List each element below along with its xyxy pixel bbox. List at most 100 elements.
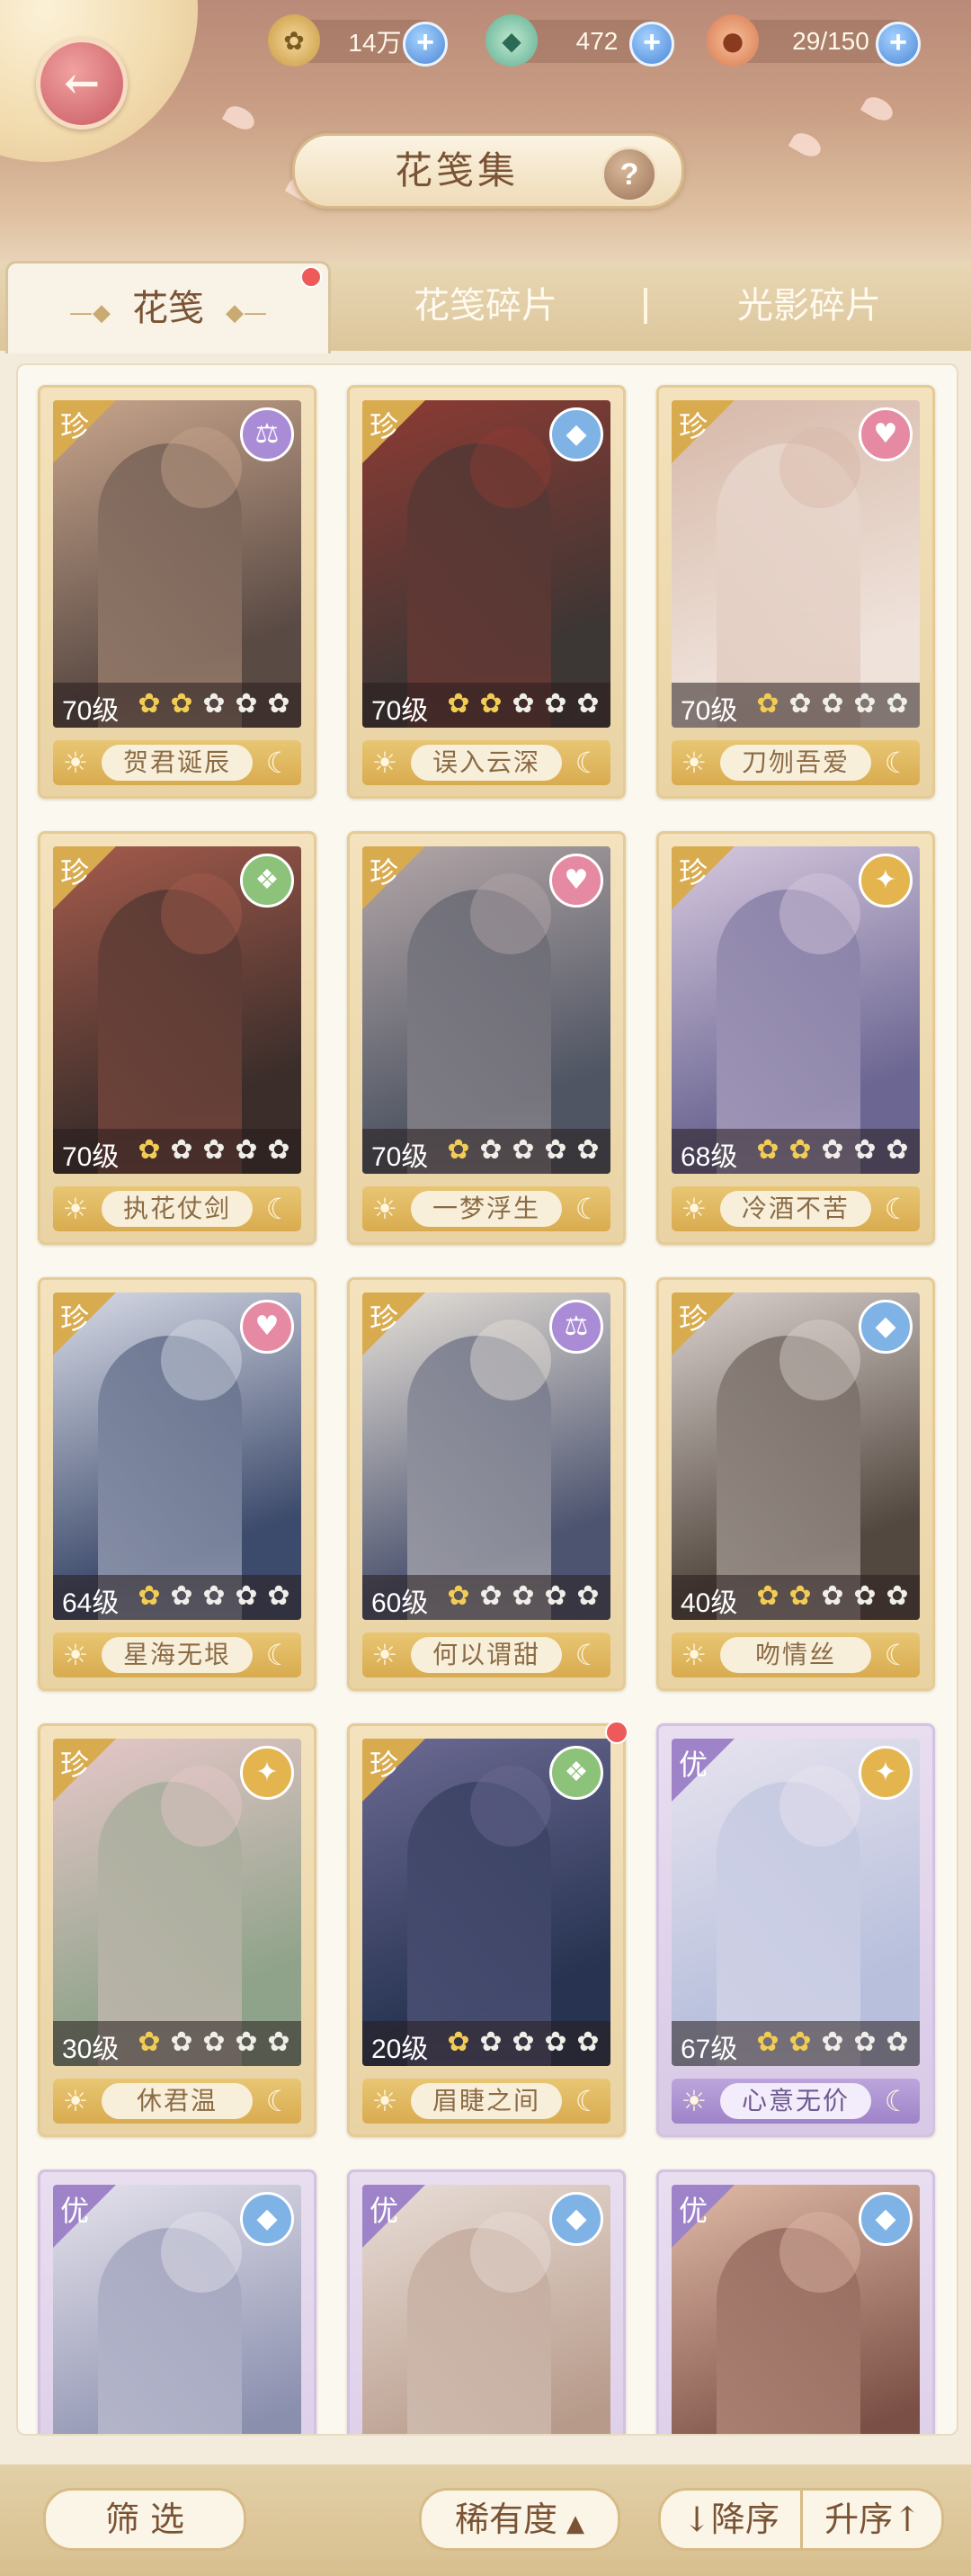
card-item[interactable]: 珍 ⚖ 60级 ✿ ✿ ✿ ✿ ✿ ☀ 何以谓甜 ☾ (347, 1277, 626, 1691)
card-artwork: 珍 ❖ 20级 ✿ ✿ ✿ ✿ ✿ (362, 1739, 610, 2066)
add-coin-button[interactable]: + (403, 22, 448, 67)
sun-icon: ☀ (681, 746, 708, 780)
petal-decoration (860, 92, 897, 126)
card-level: 30级 (62, 2035, 120, 2064)
resource-coin: ✿ 14万 + (268, 14, 448, 67)
card-level: 64级 (62, 1588, 120, 1618)
question-icon: ? (619, 157, 639, 192)
help-button[interactable]: ? (601, 147, 657, 202)
level-strip: 70级 ✿ ✿ ✿ ✿ ✿ (362, 1129, 610, 1174)
rarity-label: 珍 (679, 1301, 708, 1336)
star-icon: ✿ (853, 2026, 877, 2058)
star-icon: ✿ (447, 688, 470, 720)
petal-decoration (221, 101, 259, 135)
card-item[interactable]: 珍 ❖ 70级 ✿ ✿ ✿ ✿ ✿ ☀ 执花仗剑 ☾ (38, 831, 316, 1245)
card-item[interactable]: 珍 ◆ 40级 ✿ ✿ ✿ ✿ ✿ ☀ 吻情丝 ☾ (656, 1277, 935, 1691)
tab-huajian-fragments[interactable]: 花笺碎片 (342, 261, 629, 351)
star-icon: ✿ (235, 1134, 258, 1166)
star-icon: ✿ (447, 1580, 470, 1612)
star-icon: ✿ (821, 1580, 844, 1612)
heart-icon: ♥ (240, 1300, 294, 1354)
star-icon: ✿ (479, 688, 503, 720)
card-item[interactable]: 珍 ◆ 70级 ✿ ✿ ✿ ✿ ✿ ☀ 误入云深 ☾ (347, 385, 626, 799)
scales-icon: ⚖ (240, 407, 294, 461)
card-level: 67级 (681, 2035, 738, 2064)
sun-icon: ☀ (62, 746, 89, 780)
card-name-bar: ☀ 冷酒不苦 ☾ (672, 1186, 920, 1231)
add-stamina-button[interactable]: + (876, 22, 921, 67)
sort-dropdown[interactable]: 稀有度 ▲ (419, 2488, 620, 2551)
card-item[interactable]: 珍 ♥ 70级 ✿ ✿ ✿ ✿ ✿ ☀ 刀刎吾爱 ☾ (656, 385, 935, 799)
level-strip: 40级 ✿ ✿ ✿ ✿ ✿ (672, 1575, 920, 1620)
star-icon: ✿ (512, 1134, 535, 1166)
notification-dot (605, 1721, 628, 1744)
ascending-button[interactable]: 升序↑ (803, 2491, 941, 2548)
star-icon: ✿ (170, 688, 193, 720)
tab-light-fragments[interactable]: 光影碎片 (665, 261, 953, 351)
card-item[interactable]: 优 ◆ (656, 2169, 935, 2434)
card-name: 何以谓甜 (411, 1637, 562, 1673)
star-icon: ✿ (267, 1580, 290, 1612)
card-artwork: 珍 ◆ 40级 ✿ ✿ ✿ ✿ ✿ (672, 1292, 920, 1620)
water-drop-icon: ◆ (240, 2192, 294, 2246)
card-item[interactable]: 珍 ♥ 70级 ✿ ✿ ✿ ✿ ✿ ☀ 一梦浮生 ☾ (347, 831, 626, 1245)
card-item[interactable]: 珍 ⚖ 70级 ✿ ✿ ✿ ✿ ✿ ☀ 贺君诞辰 ☾ (38, 385, 316, 799)
level-strip: 70级 ✿ ✿ ✿ ✿ ✿ (53, 1129, 301, 1174)
level-strip: 70级 ✿ ✿ ✿ ✿ ✿ (53, 683, 301, 728)
tab-label: 光影碎片 (737, 285, 881, 326)
card-name: 休君温 (102, 2083, 253, 2119)
descending-button[interactable]: ↓降序 (661, 2491, 801, 2548)
level-strip: 30级 ✿ ✿ ✿ ✿ ✿ (53, 2021, 301, 2066)
star-icon: ✿ (202, 1134, 226, 1166)
moon-icon: ☾ (265, 746, 292, 780)
star-icon: ✿ (544, 688, 567, 720)
card-level: 20级 (371, 2035, 429, 2064)
character-head (161, 427, 242, 508)
card-artwork: 珍 ❖ 70级 ✿ ✿ ✿ ✿ ✿ (53, 846, 301, 1174)
card-item[interactable]: 珍 ✦ 68级 ✿ ✿ ✿ ✿ ✿ ☀ 冷酒不苦 ☾ (656, 831, 935, 1245)
star-icon: ✿ (267, 1134, 290, 1166)
star-icon: ✿ (756, 1580, 779, 1612)
filter-button[interactable]: 筛 选 (43, 2488, 246, 2551)
card-artwork: 珍 ♥ 70级 ✿ ✿ ✿ ✿ ✿ (672, 400, 920, 728)
star-icon: ✿ (886, 688, 909, 720)
card-level: 70级 (371, 696, 429, 726)
resource-stamina: ● 29/150 + (707, 14, 921, 67)
back-button[interactable]: ← (36, 38, 128, 130)
card-item[interactable]: 珍 ❖ 20级 ✿ ✿ ✿ ✿ ✿ ☀ 眉睫之间 ☾ (347, 1721, 628, 2137)
card-item[interactable]: 优 ✦ 67级 ✿ ✿ ✿ ✿ ✿ ☀ 心意无价 ☾ (656, 1723, 935, 2137)
star-icon: ✿ (170, 1134, 193, 1166)
add-jade-button[interactable]: + (629, 22, 674, 67)
card-item[interactable]: 优 ◆ (347, 2169, 626, 2434)
moon-icon: ☾ (575, 1638, 601, 1672)
card-item[interactable]: 优 ◆ (38, 2169, 316, 2434)
level-strip: 67级 ✿ ✿ ✿ ✿ ✿ (672, 2021, 920, 2066)
tab-huajian[interactable]: —◆ 花笺 ◆— (5, 261, 331, 353)
tab-bar: —◆ 花笺 ◆— 花笺碎片 光影碎片 (0, 261, 971, 353)
sun-icon: ☀ (681, 2084, 708, 2118)
moon-icon: ☾ (265, 2084, 292, 2118)
tab-divider (644, 288, 647, 324)
star-icon: ✿ (544, 1134, 567, 1166)
resource-jade: ◆ 472 + (486, 14, 674, 67)
card-name-bar: ☀ 吻情丝 ☾ (672, 1632, 920, 1677)
rarity-label: 珍 (679, 409, 708, 443)
sun-bird-icon: ✦ (240, 1746, 294, 1800)
star-rating: ✿ ✿ ✿ ✿ ✿ (134, 1135, 294, 1166)
sun-icon: ☀ (62, 1638, 89, 1672)
character-head (470, 1319, 551, 1400)
level-strip: 70级 ✿ ✿ ✿ ✿ ✿ (362, 683, 610, 728)
card-artwork: 珍 ♥ 70级 ✿ ✿ ✿ ✿ ✿ (362, 846, 610, 1174)
star-icon: ✿ (853, 1580, 877, 1612)
card-item[interactable]: 珍 ✦ 30级 ✿ ✿ ✿ ✿ ✿ ☀ 休君温 ☾ (38, 1723, 316, 2137)
triangle-up-icon: ▲ (566, 2510, 584, 2537)
card-artwork: 优 ◆ (362, 2185, 610, 2434)
card-item[interactable]: 珍 ♥ 64级 ✿ ✿ ✿ ✿ ✿ ☀ 星海无垠 ☾ (38, 1277, 316, 1691)
jade-fish-icon: ◆ (486, 14, 538, 67)
rarity-label: 优 (679, 1748, 708, 1782)
card-name: 贺君诞辰 (102, 745, 253, 781)
card-name-bar: ☀ 星海无垠 ☾ (53, 1632, 301, 1677)
character-head (470, 2212, 551, 2293)
card-name: 心意无价 (720, 2083, 871, 2119)
rarity-label: 优 (370, 2194, 399, 2228)
